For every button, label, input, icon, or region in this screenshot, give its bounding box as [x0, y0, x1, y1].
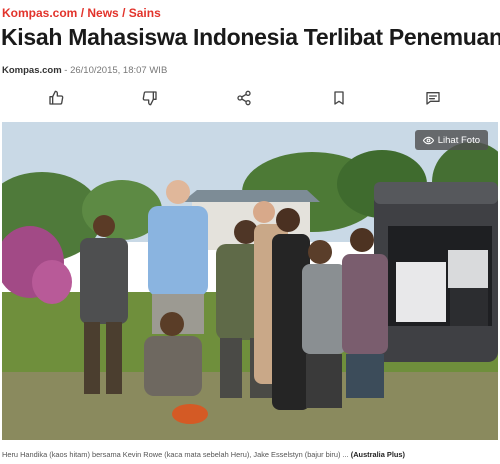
article-meta: Kompas.com - 26/10/2015, 18:07 WIB — [2, 65, 167, 76]
person-figure — [302, 240, 346, 408]
breadcrumb: Kompas.com / News / Sains — [2, 6, 161, 20]
breadcrumb-section-link[interactable]: News — [87, 6, 118, 20]
photo-caption-text: Heru Handika (kaos hitam) bersama Kevin … — [2, 450, 349, 459]
eye-icon — [422, 136, 434, 144]
bookmark-button[interactable] — [327, 86, 351, 110]
thumbs-down-icon — [142, 91, 157, 106]
comment-icon — [426, 92, 440, 105]
photo-credit: (Australia Plus) — [350, 450, 405, 459]
breadcrumb-site-link[interactable]: Kompas.com — [2, 6, 77, 20]
breadcrumb-separator: / — [77, 6, 88, 20]
article-source: Kompas.com — [2, 65, 62, 76]
group-photo-illustration — [2, 122, 498, 440]
breadcrumb-separator: / — [118, 6, 129, 20]
bookmark-icon — [334, 91, 344, 105]
breadcrumb-subsection-link[interactable]: Sains — [129, 6, 161, 20]
dislike-button[interactable] — [138, 86, 162, 110]
share-icon — [237, 90, 251, 106]
photo-caption: Heru Handika (kaos hitam) bersama Kevin … — [2, 450, 405, 459]
like-button[interactable] — [44, 86, 68, 110]
view-photo-label: Lihat Foto — [437, 134, 480, 146]
article-photo[interactable]: Lihat Foto — [2, 122, 498, 440]
article-action-bar — [0, 86, 500, 114]
comment-button[interactable] — [421, 86, 445, 110]
share-button[interactable] — [232, 86, 256, 110]
article-title: Kisah Mahasiswa Indonesia Terlibat Penem… — [1, 24, 500, 50]
thumbs-up-icon — [49, 90, 64, 105]
article-datetime: - 26/10/2015, 18:07 WIB — [61, 65, 168, 76]
view-photo-button[interactable]: Lihat Foto — [414, 130, 488, 150]
